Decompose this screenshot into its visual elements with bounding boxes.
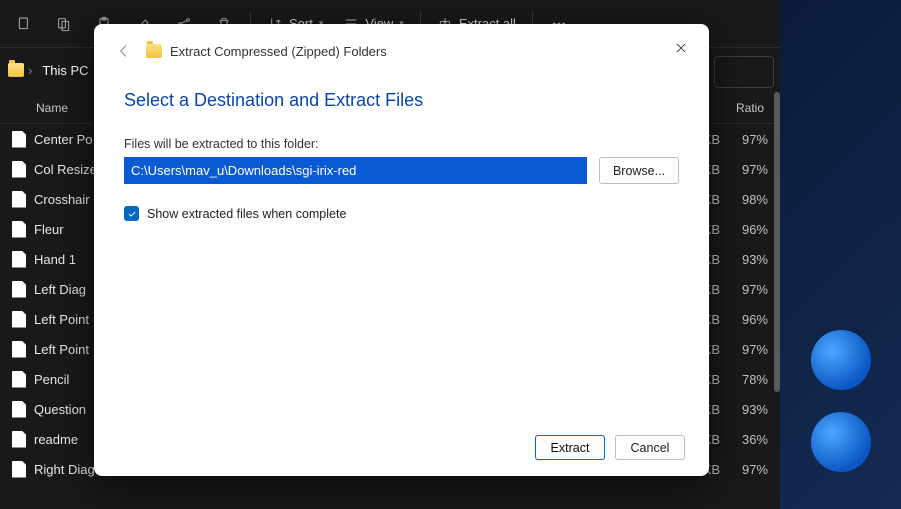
desktop-orb [811,330,871,390]
extract-dialog: Extract Compressed (Zipped) Folders Sele… [94,24,709,476]
new-icon[interactable] [6,6,42,42]
cell-ratio: 97% [720,342,770,357]
breadcrumb-item[interactable]: This PC [36,59,94,82]
cell-ratio: 97% [720,132,770,147]
cell-ratio: 98% [720,192,770,207]
file-icon [12,431,26,448]
cell-ratio: 93% [720,252,770,267]
file-icon [12,311,26,328]
file-icon [12,221,26,238]
file-icon [12,191,26,208]
cell-ratio: 36% [720,432,770,447]
file-icon [12,371,26,388]
desktop-orb [811,412,871,472]
cell-ratio: 78% [720,372,770,387]
close-icon[interactable] [667,34,695,62]
file-icon [12,401,26,418]
search-input[interactable] [714,56,774,88]
file-icon [12,341,26,358]
copy-icon[interactable] [46,6,82,42]
col-ratio[interactable]: Ratio [720,101,770,115]
file-icon [12,461,26,478]
cancel-button[interactable]: Cancel [615,435,685,460]
cell-ratio: 93% [720,402,770,417]
scrollbar[interactable] [774,92,780,392]
cell-ratio: 96% [720,312,770,327]
chevron-right-icon: › [28,63,32,78]
extract-button[interactable]: Extract [535,435,605,460]
cell-ratio: 97% [720,282,770,297]
dialog-title: Extract Compressed (Zipped) Folders [170,44,387,59]
file-icon [12,251,26,268]
browse-button[interactable]: Browse... [599,157,679,184]
folder-icon [8,63,24,77]
cell-ratio: 96% [720,222,770,237]
file-icon [12,281,26,298]
file-icon [12,161,26,178]
back-icon[interactable] [112,39,136,63]
dialog-heading: Select a Destination and Extract Files [124,90,691,111]
zip-folder-icon [146,44,162,58]
show-extracted-checkbox[interactable] [124,206,139,221]
cell-ratio: 97% [720,462,770,477]
file-icon [12,131,26,148]
show-extracted-label: Show extracted files when complete [147,207,346,221]
destination-path-input[interactable] [124,157,587,184]
path-label: Files will be extracted to this folder: [124,137,691,151]
cell-ratio: 97% [720,162,770,177]
desktop-background [780,0,901,509]
